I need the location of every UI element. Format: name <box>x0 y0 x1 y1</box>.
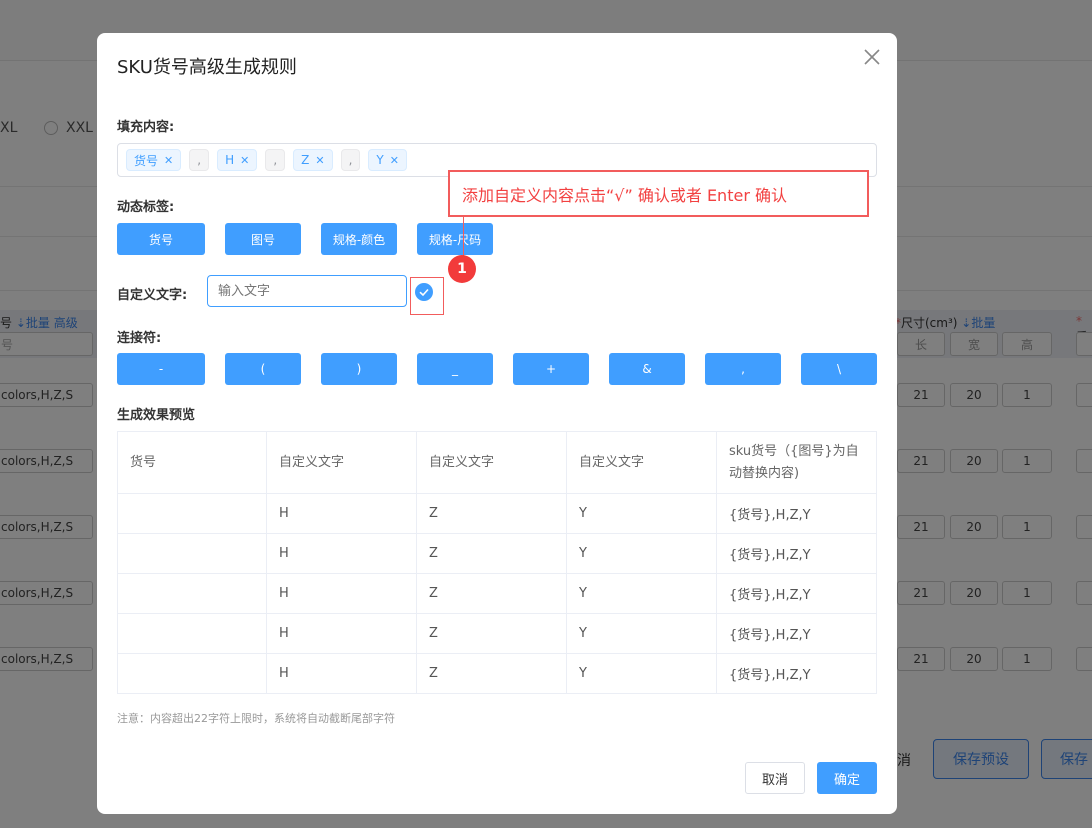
step-number-badge: 1 <box>448 255 476 283</box>
connector-underscore-button[interactable]: _ <box>417 353 493 385</box>
connector-plus-button[interactable]: + <box>513 353 589 385</box>
cancel-button[interactable]: 取消 <box>745 762 805 794</box>
column-header: sku货号（{图号}为自动替换内容) <box>716 431 877 494</box>
fill-tag[interactable]: , <box>340 149 361 171</box>
custom-text-label: 自定义文字: <box>117 288 188 303</box>
dynamic-tag-image-no-button[interactable]: 图号 <box>225 223 301 255</box>
fill-content-label: 填充内容: <box>117 120 175 135</box>
sku-rule-dialog: SKU货号高级生成规则 填充内容: 货号 ✕ , H ✕ , Z ✕ , Y ✕ 动态标… <box>97 33 897 814</box>
fill-tag[interactable]: Z ✕ <box>293 149 333 171</box>
dynamic-tags-label: 动态标签: <box>117 200 175 215</box>
truncation-note: 注意：内容超出22字符上限时，系统将自动截断尾部字符 <box>117 712 395 725</box>
table-row: H Z Y {货号},H,Z,Y <box>117 573 877 614</box>
column-header: 自定义文字 <box>266 431 417 494</box>
remove-tag-icon[interactable]: ✕ <box>164 154 173 167</box>
fill-tag[interactable]: Y ✕ <box>368 149 407 171</box>
dynamic-tag-size-button[interactable]: 规格-尺码 <box>417 223 493 255</box>
fill-tag[interactable]: , <box>189 149 210 171</box>
column-header: 自定义文字 <box>566 431 717 494</box>
fill-tag[interactable]: 货号 ✕ <box>126 149 182 171</box>
connector-open-paren-button[interactable]: ( <box>225 353 301 385</box>
connector-dash-button[interactable]: - <box>117 353 205 385</box>
connector-ampersand-button[interactable]: & <box>609 353 685 385</box>
preview-table: 货号 自定义文字 自定义文字 自定义文字 sku货号（{图号}为自动替换内容) … <box>117 431 877 694</box>
confirm-button[interactable]: 确定 <box>817 762 877 794</box>
connector-backslash-button[interactable]: \ <box>801 353 877 385</box>
remove-tag-icon[interactable]: ✕ <box>240 154 249 167</box>
preview-label: 生成效果预览 <box>117 408 196 423</box>
fill-tag[interactable]: , <box>265 149 286 171</box>
dynamic-tag-color-button[interactable]: 规格-颜色 <box>321 223 397 255</box>
table-header-row: 货号 自定义文字 自定义文字 自定义文字 sku货号（{图号}为自动替换内容) <box>117 431 877 494</box>
remove-tag-icon[interactable]: ✕ <box>315 154 324 167</box>
table-row: H Z Y {货号},H,Z,Y <box>117 613 877 654</box>
custom-text-input[interactable] <box>207 275 407 307</box>
column-header: 自定义文字 <box>416 431 567 494</box>
dynamic-tag-sku-button[interactable]: 货号 <box>117 223 205 255</box>
fill-tag[interactable]: H ✕ <box>217 149 258 171</box>
connector-comma-button[interactable]: , <box>705 353 781 385</box>
remove-tag-icon[interactable]: ✕ <box>390 154 399 167</box>
table-row: H Z Y {货号},H,Z,Y <box>117 533 877 574</box>
table-row: H Z Y {货号},H,Z,Y <box>117 493 877 534</box>
connector-close-paren-button[interactable]: ) <box>321 353 397 385</box>
callout-connector <box>463 217 464 257</box>
column-header: 货号 <box>117 431 267 494</box>
connector-label: 连接符: <box>117 331 162 346</box>
close-icon[interactable] <box>862 47 882 67</box>
confirm-check-icon[interactable] <box>415 283 433 301</box>
annotation-callout: 添加自定义内容点击“√” 确认或者 Enter 确认 <box>448 170 869 217</box>
table-row: H Z Y {货号},H,Z,Y <box>117 653 877 694</box>
dialog-title: SKU货号高级生成规则 <box>117 57 297 78</box>
